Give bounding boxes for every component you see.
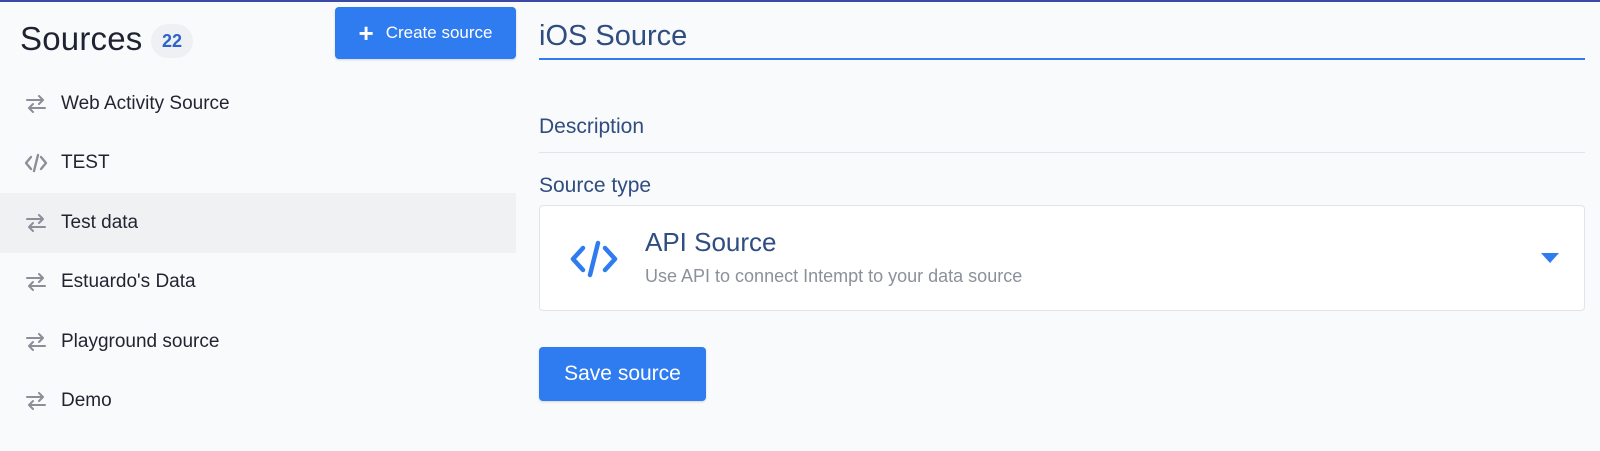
arrows-swap-icon [24, 272, 48, 292]
description-underline [539, 152, 1585, 153]
arrows-swap-icon [24, 213, 48, 233]
page-title: Sources [20, 20, 143, 57]
code-icon [570, 240, 618, 278]
description-field[interactable]: Description [539, 115, 644, 139]
create-source-button[interactable]: + Create source [335, 7, 516, 59]
source-name-input[interactable] [539, 14, 1585, 60]
sources-sidebar: Sources 22 + Create source Web Activity … [0, 2, 516, 451]
code-icon [24, 153, 48, 173]
list-item-label: Web Activity Source [61, 92, 230, 114]
source-type-dropdown[interactable]: API Source Use API to connect Intempt to… [539, 205, 1585, 311]
arrows-swap-icon [24, 94, 48, 114]
list-item[interactable]: TEST [0, 134, 516, 194]
list-item[interactable]: Playground source [0, 312, 516, 372]
sources-count-badge: 22 [151, 24, 193, 58]
list-item-label: Test data [61, 211, 139, 233]
create-source-label: Create source [385, 23, 493, 42]
list-item-label: TEST [61, 152, 110, 174]
save-source-button[interactable]: Save source [539, 347, 706, 401]
list-item-label: Demo [61, 390, 112, 412]
source-type-description: Use API to connect Intempt to your data … [645, 266, 1023, 286]
source-editor: Description Source type API Source Use A… [539, 2, 1585, 451]
list-item-label: Estuardo's Data [61, 271, 196, 293]
list-item[interactable]: Web Activity Source [0, 74, 516, 134]
list-item[interactable]: Estuardo's Data [0, 253, 516, 313]
list-item-label: Playground source [61, 330, 220, 352]
source-type-label: Source type [539, 174, 652, 197]
plus-icon: + [358, 18, 374, 48]
arrows-swap-icon [24, 391, 48, 411]
list-item[interactable]: Demo [0, 372, 516, 432]
caret-down-icon [1541, 253, 1559, 263]
source-type-name: API Source [645, 227, 777, 257]
list-item[interactable]: Test data [0, 193, 516, 253]
arrows-swap-icon [24, 332, 48, 352]
sources-list: Web Activity Source TEST Test data Estua… [0, 74, 516, 431]
